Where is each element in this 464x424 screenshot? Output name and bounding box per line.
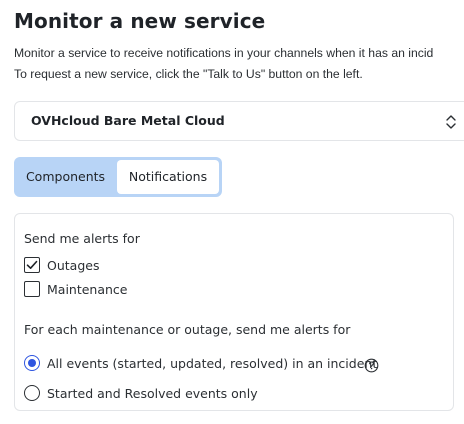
all-events-radio[interactable] xyxy=(24,355,40,371)
tab-notifications[interactable]: Notifications xyxy=(117,160,219,194)
started-resolved-label: Started and Resolved events only xyxy=(47,386,258,401)
page-description-line-2: To request a new service, click the "Tal… xyxy=(14,67,363,81)
maintenance-checkbox[interactable] xyxy=(24,281,40,297)
page-title: Monitor a new service xyxy=(14,9,266,33)
outages-label: Outages xyxy=(47,258,100,273)
maintenance-label: Maintenance xyxy=(47,282,128,297)
events-section-label: For each maintenance or outage, send me … xyxy=(24,322,351,337)
service-select[interactable]: OVHcloud Bare Metal Cloud xyxy=(14,101,464,141)
question-circle-icon[interactable] xyxy=(364,358,379,373)
page-description-line-1: Monitor a service to receive notificatio… xyxy=(14,46,434,60)
service-select-value: OVHcloud Bare Metal Cloud xyxy=(31,113,225,128)
started-resolved-radio[interactable] xyxy=(24,385,40,401)
chevron-up-down-icon xyxy=(445,113,457,131)
checkmark-icon xyxy=(26,260,38,269)
tab-bar: Components Notifications xyxy=(14,157,222,197)
all-events-label: All events (started, updated, resolved) … xyxy=(47,356,378,371)
outages-checkbox[interactable] xyxy=(24,257,40,273)
tab-components[interactable]: Components xyxy=(14,157,117,197)
alerts-panel: Send me alerts for Outages Maintenance F… xyxy=(14,213,454,411)
alerts-section-label: Send me alerts for xyxy=(24,231,140,246)
